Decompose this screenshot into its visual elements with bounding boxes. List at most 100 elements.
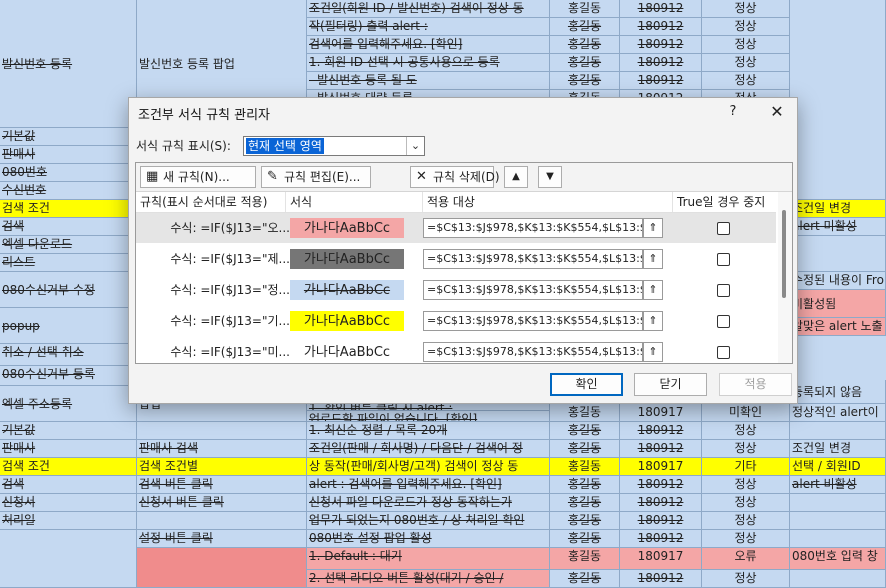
- ok-button[interactable]: 확인: [550, 373, 623, 396]
- sheet-cell[interactable]: 기타: [702, 458, 790, 476]
- sheet-cell[interactable]: 조건일(회원 ID / 발신번호) 검색이 정상 동: [307, 0, 550, 18]
- sheet-cell[interactable]: 홍길동: [550, 476, 620, 494]
- sheet-cell[interactable]: 검색 버튼 클릭: [137, 476, 307, 494]
- sheet-cell[interactable]: 정상: [702, 570, 790, 588]
- range-select-icon[interactable]: ⇑: [643, 218, 663, 238]
- sheet-cell[interactable]: 판매사: [0, 146, 137, 164]
- sheet-cell[interactable]: 검색어를 입력해주세요. [확인]: [307, 36, 550, 54]
- sheet-cell[interactable]: 취소 / 선택 취소: [0, 344, 137, 366]
- sheet-cell[interactable]: [137, 512, 307, 530]
- sheet-cell[interactable]: 처리일: [0, 512, 137, 530]
- sheet-cell[interactable]: 홍길동: [550, 494, 620, 512]
- sheet-cell[interactable]: 신청서: [0, 494, 137, 512]
- sheet-cell[interactable]: 홍길동: [550, 36, 620, 54]
- rule-applies-to-input[interactable]: =$C$13:$J$978,$K$13:$K$554,$L$13:$: [423, 311, 643, 331]
- move-up-button[interactable]: ▲: [504, 166, 528, 188]
- range-select-icon[interactable]: ⇑: [643, 342, 663, 362]
- close-icon[interactable]: ✕: [767, 101, 787, 123]
- sheet-cell[interactable]: 미확인: [702, 404, 790, 422]
- sheet-cell[interactable]: 180912: [620, 54, 702, 72]
- chevron-down-icon[interactable]: ⌄: [406, 137, 424, 155]
- sheet-cell[interactable]: 1. 최신순 정렬 / 목록 20개: [307, 422, 550, 440]
- sheet-cell[interactable]: [790, 530, 886, 548]
- rule-row[interactable]: 수식: =IF($J13="제... 가나다AaBbCc =$C$13:$J$978…: [136, 244, 776, 274]
- sheet-cell[interactable]: 180912: [620, 494, 702, 512]
- sheet-cell[interactable]: 엑셀 다운로드: [0, 236, 137, 254]
- sheet-cell[interactable]: 정상: [702, 512, 790, 530]
- sheet-cell[interactable]: 1. 회원 ID 선택 시 공통사용으로 등록: [307, 54, 550, 72]
- sheet-cell[interactable]: 정상: [702, 530, 790, 548]
- sheet-cell[interactable]: alert 비활성: [790, 476, 886, 494]
- sheet-cell[interactable]: - 발신번호 등록 될 도: [307, 72, 550, 90]
- sheet-cell[interactable]: 080번호 입력 창: [790, 548, 886, 570]
- sheet-cell[interactable]: 기본값: [0, 128, 137, 146]
- sheet-cell[interactable]: 홍길동: [550, 72, 620, 90]
- range-select-icon[interactable]: ⇑: [643, 280, 663, 300]
- range-select-icon[interactable]: ⇑: [643, 249, 663, 269]
- help-button[interactable]: ?: [726, 100, 740, 124]
- rule-row[interactable]: 수식: =IF($J13="오... 가나다AaBbCc =$C$13:$J$978…: [136, 213, 776, 243]
- sheet-cell[interactable]: 정상적인 alert이: [790, 404, 886, 422]
- sheet-cell[interactable]: 검색 조건: [0, 458, 137, 476]
- sheet-cell[interactable]: 홍길동: [550, 530, 620, 548]
- sheet-cell[interactable]: 검색 조건별: [137, 458, 307, 476]
- sheet-cell[interactable]: 비활성됨: [790, 290, 886, 318]
- sheet-cell[interactable]: 180912: [620, 476, 702, 494]
- sheet-cell[interactable]: 조건일(판매 / 회사명) / 다음단 / 검색어 정: [307, 440, 550, 458]
- sheet-cell[interactable]: 작(필터링) 출력 alert :: [307, 18, 550, 36]
- sheet-cell[interactable]: 080수신거부 등록: [0, 366, 137, 386]
- rule-row[interactable]: 수식: =IF($J13="기... 가나다AaBbCc =$C$13:$J$978…: [136, 306, 776, 336]
- sheet-cell[interactable]: 업로드할 파일이 없습니다. [확인]: [307, 411, 550, 422]
- sheet-cell[interactable]: 수정된 내용이 Fro: [790, 272, 886, 290]
- rule-applies-to-input[interactable]: =$C$13:$J$978,$K$13:$K$554,$L$13:$: [423, 342, 643, 362]
- sheet-cell[interactable]: [790, 570, 886, 588]
- sheet-cell[interactable]: 홍길동: [550, 54, 620, 72]
- show-rules-for-select[interactable]: 현재 선택 영역 ⌄: [243, 136, 425, 156]
- sheet-cell[interactable]: 180912: [620, 0, 702, 18]
- sheet-cell[interactable]: 180912: [620, 440, 702, 458]
- sheet-cell[interactable]: alert : 검색어를 입력해주세요. [확인]: [307, 476, 550, 494]
- sheet-cell[interactable]: 180917: [620, 548, 702, 570]
- sheet-cell[interactable]: 홍길동: [550, 18, 620, 36]
- sheet-cell[interactable]: 080번호: [0, 164, 137, 182]
- sheet-cell[interactable]: [137, 548, 307, 588]
- sheet-cell[interactable]: 180912: [620, 570, 702, 588]
- sheet-cell[interactable]: 180912: [620, 18, 702, 36]
- sheet-cell[interactable]: 설정 버튼 클릭: [137, 530, 307, 548]
- sheet-cell[interactable]: 180912: [620, 512, 702, 530]
- sheet-cell[interactable]: 080수신거부 수정: [0, 272, 137, 308]
- rule-row[interactable]: 수식: =IF($J13="정... 가나다AaBbCc =$C$13:$J$978…: [136, 275, 776, 305]
- sheet-cell[interactable]: 홍길동: [550, 458, 620, 476]
- sheet-cell[interactable]: [790, 0, 886, 200]
- sheet-cell[interactable]: 상 동작(판매/회사명/고객) 검색이 정상 동: [307, 458, 550, 476]
- sheet-cell[interactable]: 수신번호: [0, 182, 137, 200]
- sheet-cell[interactable]: 180912: [620, 72, 702, 90]
- close-button[interactable]: 닫기: [634, 373, 707, 396]
- sheet-cell[interactable]: 검색 조건: [0, 200, 137, 218]
- sheet-cell[interactable]: 홍길동: [550, 548, 620, 570]
- sheet-cell[interactable]: 업무가 되었는지 080번호 / 상 처리일 확인: [307, 512, 550, 530]
- sheet-cell[interactable]: popup: [0, 308, 137, 344]
- sheet-cell[interactable]: 정상: [702, 72, 790, 90]
- sheet-cell[interactable]: [790, 422, 886, 440]
- sheet-cell[interactable]: [0, 530, 137, 588]
- sheet-cell[interactable]: 홍길동: [550, 440, 620, 458]
- sheet-cell[interactable]: 검색: [0, 218, 137, 236]
- stop-if-true-checkbox[interactable]: [717, 315, 730, 328]
- sheet-cell[interactable]: 홍길동: [550, 512, 620, 530]
- stop-if-true-checkbox[interactable]: [717, 346, 730, 359]
- sheet-cell[interactable]: 발신번호 등록: [0, 0, 137, 128]
- sheet-cell[interactable]: 홍길동: [550, 0, 620, 18]
- sheet-cell[interactable]: 신청서 버튼 클릭: [137, 494, 307, 512]
- sheet-cell[interactable]: 알맞은 alert 노출: [790, 318, 886, 336]
- sheet-cell[interactable]: 180917: [620, 458, 702, 476]
- range-select-icon[interactable]: ⇑: [643, 311, 663, 331]
- sheet-cell[interactable]: 정상: [702, 494, 790, 512]
- sheet-cell[interactable]: 오류: [702, 548, 790, 570]
- sheet-cell[interactable]: 리스트: [0, 254, 137, 272]
- sheet-cell[interactable]: 180912: [620, 530, 702, 548]
- sheet-cell[interactable]: 정상: [702, 476, 790, 494]
- scrollbar-thumb[interactable]: [782, 210, 786, 298]
- apply-button[interactable]: 적용: [719, 373, 792, 396]
- sheet-cell[interactable]: 2. 선택 라디오 버튼 활성(대기 / 승인 /: [307, 570, 550, 588]
